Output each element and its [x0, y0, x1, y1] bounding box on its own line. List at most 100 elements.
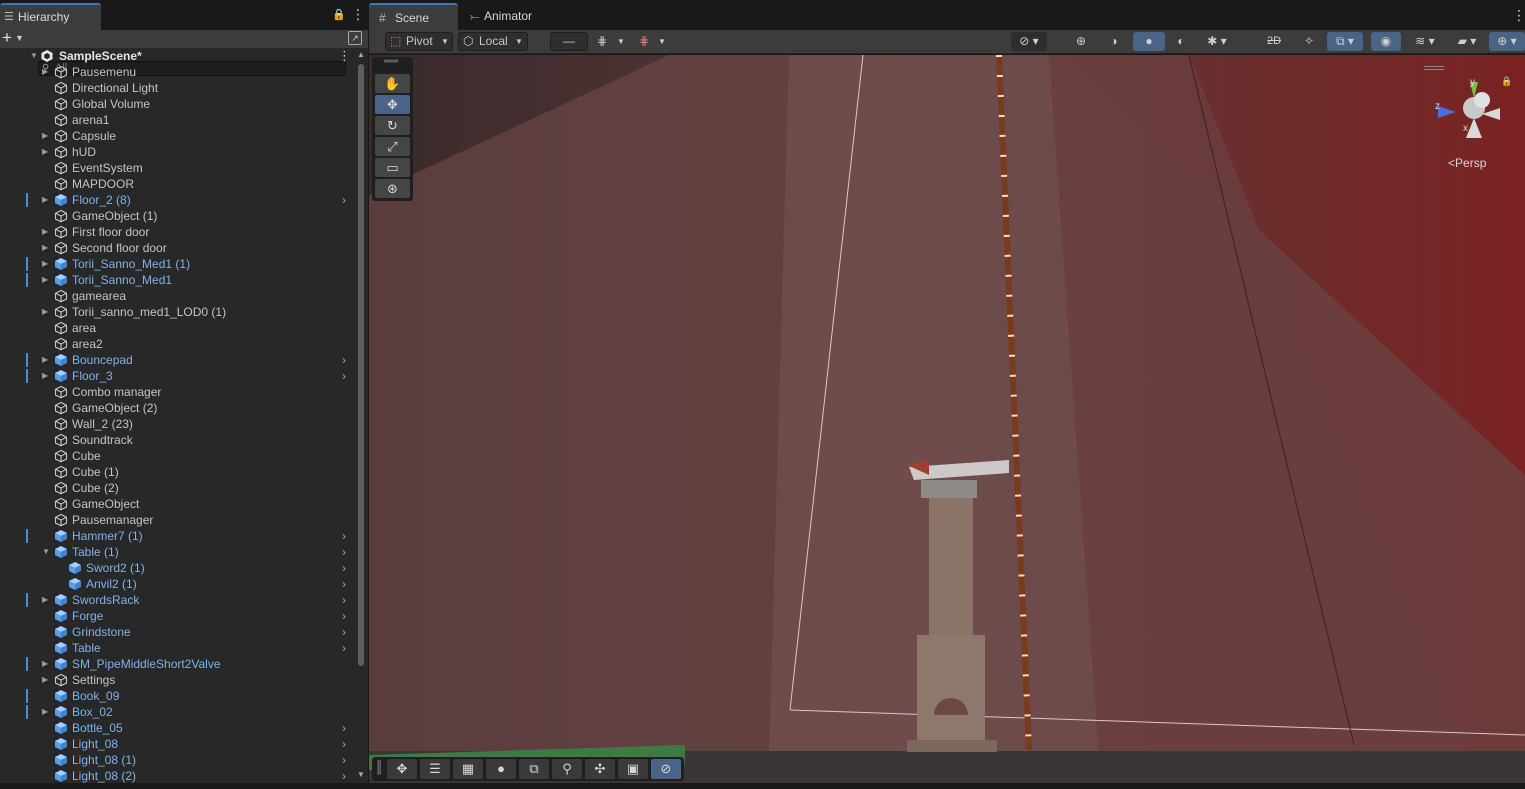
compass-icon[interactable]: ⊘ — [651, 759, 681, 779]
grid-overlay-icon[interactable]: ▦ — [453, 759, 483, 779]
grid-snap-icon[interactable]: ⋕ — [593, 32, 611, 51]
open-prefab-chevron-icon[interactable]: › — [342, 736, 346, 752]
hierarchy-item[interactable]: area — [0, 320, 356, 336]
scroll-down-icon[interactable]: ▼ — [357, 770, 365, 779]
tab-scene[interactable]: # Scene — [369, 3, 458, 30]
pivot-move-icon[interactable]: ✣ — [585, 759, 615, 779]
hierarchy-item[interactable]: ▶ Torii_sanno_med1_LOD0 (1) — [0, 304, 356, 320]
gizmo-grip-icon[interactable] — [1424, 66, 1444, 70]
expand-arrow-icon[interactable]: ▼ — [30, 48, 38, 64]
open-prefab-chevron-icon[interactable]: › — [342, 352, 346, 368]
gizmos-dropdown-icon[interactable]: ⊕ ▾ — [1489, 32, 1525, 51]
open-prefab-chevron-icon[interactable]: › — [342, 624, 346, 640]
projection-toggle[interactable]: <Persp — [1448, 156, 1486, 170]
collapsed-arrow-icon[interactable]: ▶ — [42, 352, 48, 368]
add-button[interactable]: + — [2, 28, 12, 48]
hierarchy-item[interactable]: ▶ Floor_3 › — [0, 368, 356, 384]
camera-dropdown-icon[interactable]: ▰ ▾ — [1449, 32, 1485, 51]
collapsed-arrow-icon[interactable]: ▶ — [42, 240, 48, 256]
hierarchy-item[interactable]: area2 — [0, 336, 356, 352]
open-prefab-chevron-icon[interactable]: › — [342, 592, 346, 608]
hierarchy-item[interactable]: ▶ Bouncepad › — [0, 352, 356, 368]
hierarchy-item[interactable]: Book_09 — [0, 688, 356, 704]
open-prefab-chevron-icon[interactable]: › — [342, 192, 346, 208]
expanded-arrow-icon[interactable]: ▼ — [42, 544, 50, 560]
hierarchy-item[interactable]: ▶ Torii_Sanno_Med1 — [0, 272, 356, 288]
hierarchy-item[interactable]: ▶ Settings — [0, 672, 356, 688]
rect-tool-icon[interactable]: ▭ — [375, 158, 410, 177]
hierarchy-item[interactable]: Light_08 (2) › — [0, 768, 356, 783]
hierarchy-item[interactable]: MAPDOOR — [0, 176, 356, 192]
hierarchy-item[interactable]: Soundtrack — [0, 432, 356, 448]
orientation-gizmo[interactable] — [1430, 80, 1506, 146]
hierarchy-item[interactable]: Cube (2) — [0, 480, 356, 496]
hierarchy-item[interactable]: ▶ SM_PipeMiddleShort2Valve — [0, 656, 356, 672]
hierarchy-item[interactable]: ▼ Table (1) › — [0, 544, 356, 560]
open-prefab-chevron-icon[interactable]: › — [342, 560, 346, 576]
sphere-icon[interactable]: ● — [486, 759, 516, 779]
collapsed-arrow-icon[interactable]: ▶ — [42, 368, 48, 384]
hierarchy-item[interactable]: ▶ Capsule — [0, 128, 356, 144]
hierarchy-item[interactable]: GameObject (1) — [0, 208, 356, 224]
move-tool-icon[interactable]: ✥ — [375, 95, 410, 114]
hierarchy-item[interactable]: Bottle_05 › — [0, 720, 356, 736]
hand-tool-icon[interactable]: ✋ — [375, 74, 410, 93]
hierarchy-item[interactable]: Anvil2 (1) › — [0, 576, 356, 592]
shaded-mode-icon[interactable]: ● — [1133, 32, 1165, 51]
hierarchy-item[interactable]: Forge › — [0, 608, 356, 624]
hierarchy-item[interactable]: GameObject — [0, 496, 356, 512]
more-menu-icon[interactable]: ⋮ — [351, 6, 365, 23]
hierarchy-scroll-thumb[interactable] — [358, 64, 364, 666]
scroll-up-icon[interactable]: ▲ — [357, 50, 365, 59]
scene-menu-icon[interactable]: ⋮ — [338, 48, 351, 64]
shaded-wireframe-icon[interactable]: ◑ — [1100, 32, 1128, 51]
hierarchy-item[interactable]: Pausemanager — [0, 512, 356, 528]
pivot-dropdown[interactable]: ⬚ Pivot ▼ — [385, 32, 453, 51]
hierarchy-item[interactable]: Grindstone › — [0, 624, 356, 640]
add-dropdown-icon[interactable]: ▼ — [15, 33, 24, 43]
scene-row[interactable]: ▼ SampleScene* ⋮ — [0, 48, 356, 64]
open-prefab-chevron-icon[interactable]: › — [342, 608, 346, 624]
collapsed-arrow-icon[interactable]: ▶ — [42, 656, 48, 672]
hierarchy-item[interactable]: ▶ First floor door — [0, 224, 356, 240]
navigation-icon[interactable]: ⧉ — [519, 759, 549, 779]
open-prefab-chevron-icon[interactable]: › — [342, 720, 346, 736]
collapsed-arrow-icon[interactable]: ▶ — [42, 128, 48, 144]
scene-more-menu-icon[interactable]: ⋮ — [1512, 7, 1525, 24]
hierarchy-item[interactable]: ▶ Box_02 — [0, 704, 356, 720]
scene-viewport[interactable] — [369, 55, 1525, 789]
rotate-tool-icon[interactable]: ↻ — [375, 116, 410, 135]
transform-tool-icon[interactable]: ⊛ — [375, 179, 410, 198]
audio-toggle-icon[interactable]: ⧉ ▾ — [1327, 32, 1363, 51]
open-prefab-chevron-icon[interactable]: › — [342, 576, 346, 592]
open-prefab-chevron-icon[interactable]: › — [342, 544, 346, 560]
search-icon[interactable]: ⚲ — [552, 759, 582, 779]
collapsed-arrow-icon[interactable]: ▶ — [42, 272, 48, 288]
collapsed-arrow-icon[interactable]: ▶ — [42, 192, 48, 208]
hierarchy-item[interactable]: Cube (1) — [0, 464, 356, 480]
wireframe-shading-icon[interactable]: ⊕ — [1067, 32, 1095, 51]
grid-snap-dropdown-icon[interactable]: ▼ — [615, 32, 627, 51]
open-prefab-chevron-icon[interactable]: › — [342, 368, 346, 384]
gizmo-orientation-button[interactable]: ⊘ ▾ — [1011, 32, 1047, 51]
search-options-icon[interactable]: ↗ — [348, 31, 362, 45]
collapsed-arrow-icon[interactable]: ▶ — [42, 672, 48, 688]
move-overlay-icon[interactable]: ✥ — [387, 759, 417, 779]
hierarchy-item[interactable]: Global Volume — [0, 96, 356, 112]
hierarchy-item[interactable]: Directional Light — [0, 80, 356, 96]
hierarchy-item[interactable]: GameObject (2) — [0, 400, 356, 416]
hierarchy-item[interactable]: Cube — [0, 448, 356, 464]
tab-animator[interactable]: ⤚ Animator — [458, 3, 546, 30]
scale-tool-icon[interactable]: ⤢ — [375, 137, 410, 156]
lighting-toggle-icon[interactable]: ✧ — [1295, 32, 1323, 51]
unlit-mode-icon[interactable]: ◐ — [1167, 32, 1195, 51]
hierarchy-item[interactable]: ▶ Torii_Sanno_Med1 (1) — [0, 256, 356, 272]
visibility-eye-icon[interactable]: ◉ — [1371, 32, 1401, 51]
collapsed-arrow-icon[interactable]: ▶ — [42, 144, 48, 160]
hierarchy-item[interactable]: ▶ Second floor door — [0, 240, 356, 256]
hierarchy-item[interactable]: Light_08 › — [0, 736, 356, 752]
toolbar-grip-icon[interactable]: ║ — [375, 760, 384, 774]
hierarchy-item[interactable]: Sword2 (1) › — [0, 560, 356, 576]
hierarchy-item[interactable]: Combo manager — [0, 384, 356, 400]
palette-grip-icon[interactable]: ══ — [384, 56, 398, 67]
